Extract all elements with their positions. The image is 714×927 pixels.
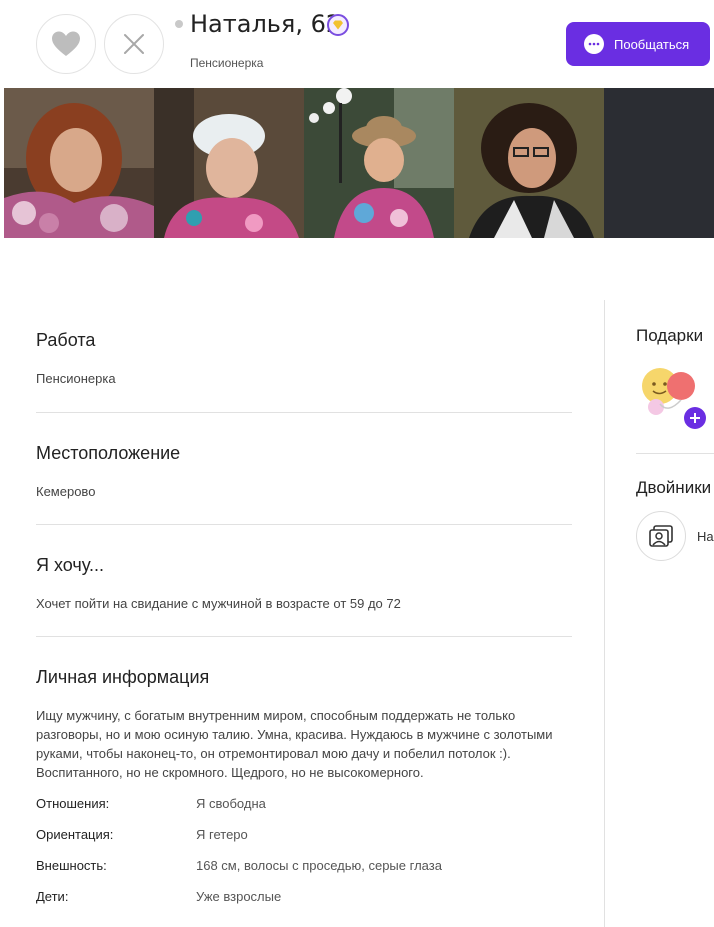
location-value: Кемерово <box>36 484 96 499</box>
work-value: Пенсионерка <box>36 371 116 386</box>
info-row-orientation: Ориентация: Я гетеро <box>36 819 572 850</box>
diamond-icon <box>333 20 343 30</box>
skip-button[interactable] <box>104 14 164 74</box>
chat-bubble-icon <box>584 34 604 54</box>
info-value: Я гетеро <box>196 827 248 842</box>
online-status-dot <box>175 20 183 28</box>
twins-label: На <box>697 529 714 544</box>
close-icon <box>124 34 144 54</box>
info-row-relationship: Отношения: Я свободна <box>36 788 572 819</box>
photo-woman-curly-hair-flowers[interactable] <box>4 88 154 238</box>
gifts-title: Подарки <box>636 326 704 345</box>
photo-gallery <box>4 88 714 238</box>
send-gift-button[interactable] <box>636 364 708 432</box>
section-title: Личная информация <box>36 667 210 687</box>
info-row-children: Дети: Уже взрослые <box>36 881 572 912</box>
want-value: Хочет пойти на свидание с мужчиной в воз… <box>36 596 401 611</box>
section-work: Работа Пенсионерка <box>36 300 572 413</box>
chat-button-label: Пообщаться <box>614 36 690 52</box>
sidebar-divider <box>636 453 714 454</box>
section-personal-info: Личная информация Ищу мужчину, с богатым… <box>36 637 572 912</box>
section-want: Я хочу... Хочет пойти на свидание с мужч… <box>36 525 572 637</box>
photos-icon <box>649 525 673 547</box>
like-button[interactable] <box>36 14 96 74</box>
info-value: Я свободна <box>196 796 266 811</box>
info-label: Отношения: <box>36 796 110 811</box>
info-value: 168 см, волосы с проседью, серые глаза <box>196 858 442 873</box>
info-row-appearance: Внешность: 168 см, волосы с проседью, се… <box>36 850 572 881</box>
twins-button[interactable] <box>636 511 686 561</box>
info-label: Ориентация: <box>36 827 114 842</box>
heart-icon <box>52 31 80 56</box>
about-text: Ищу мужчину, с богатым внутренним миром,… <box>36 708 553 780</box>
section-title: Местоположение <box>36 443 181 463</box>
profile-details: Работа Пенсионерка Местоположение Кемеро… <box>36 300 572 912</box>
info-label: Внешность: <box>36 858 107 873</box>
photo-woman-glasses[interactable] <box>454 88 604 238</box>
twins-title: Двойники <box>636 478 712 497</box>
info-label: Дети: <box>36 889 69 904</box>
info-rows: Отношения: Я свободна Ориентация: Я гете… <box>36 788 572 912</box>
column-divider <box>604 300 605 927</box>
section-title: Я хочу... <box>36 555 104 575</box>
profile-name: Наталья, 62 <box>190 10 342 38</box>
chat-button[interactable]: Пообщаться <box>566 22 710 66</box>
profile-subtitle: Пенсионерка <box>190 56 264 70</box>
info-value: Уже взрослые <box>196 889 282 904</box>
balloons-icon <box>642 368 706 429</box>
section-title: Работа <box>36 330 96 350</box>
section-location: Местоположение Кемерово <box>36 413 572 525</box>
vip-badge-icon <box>327 14 349 36</box>
photo-woman-white-beret[interactable] <box>154 88 304 238</box>
photo-woman-hat-park[interactable] <box>304 88 454 238</box>
